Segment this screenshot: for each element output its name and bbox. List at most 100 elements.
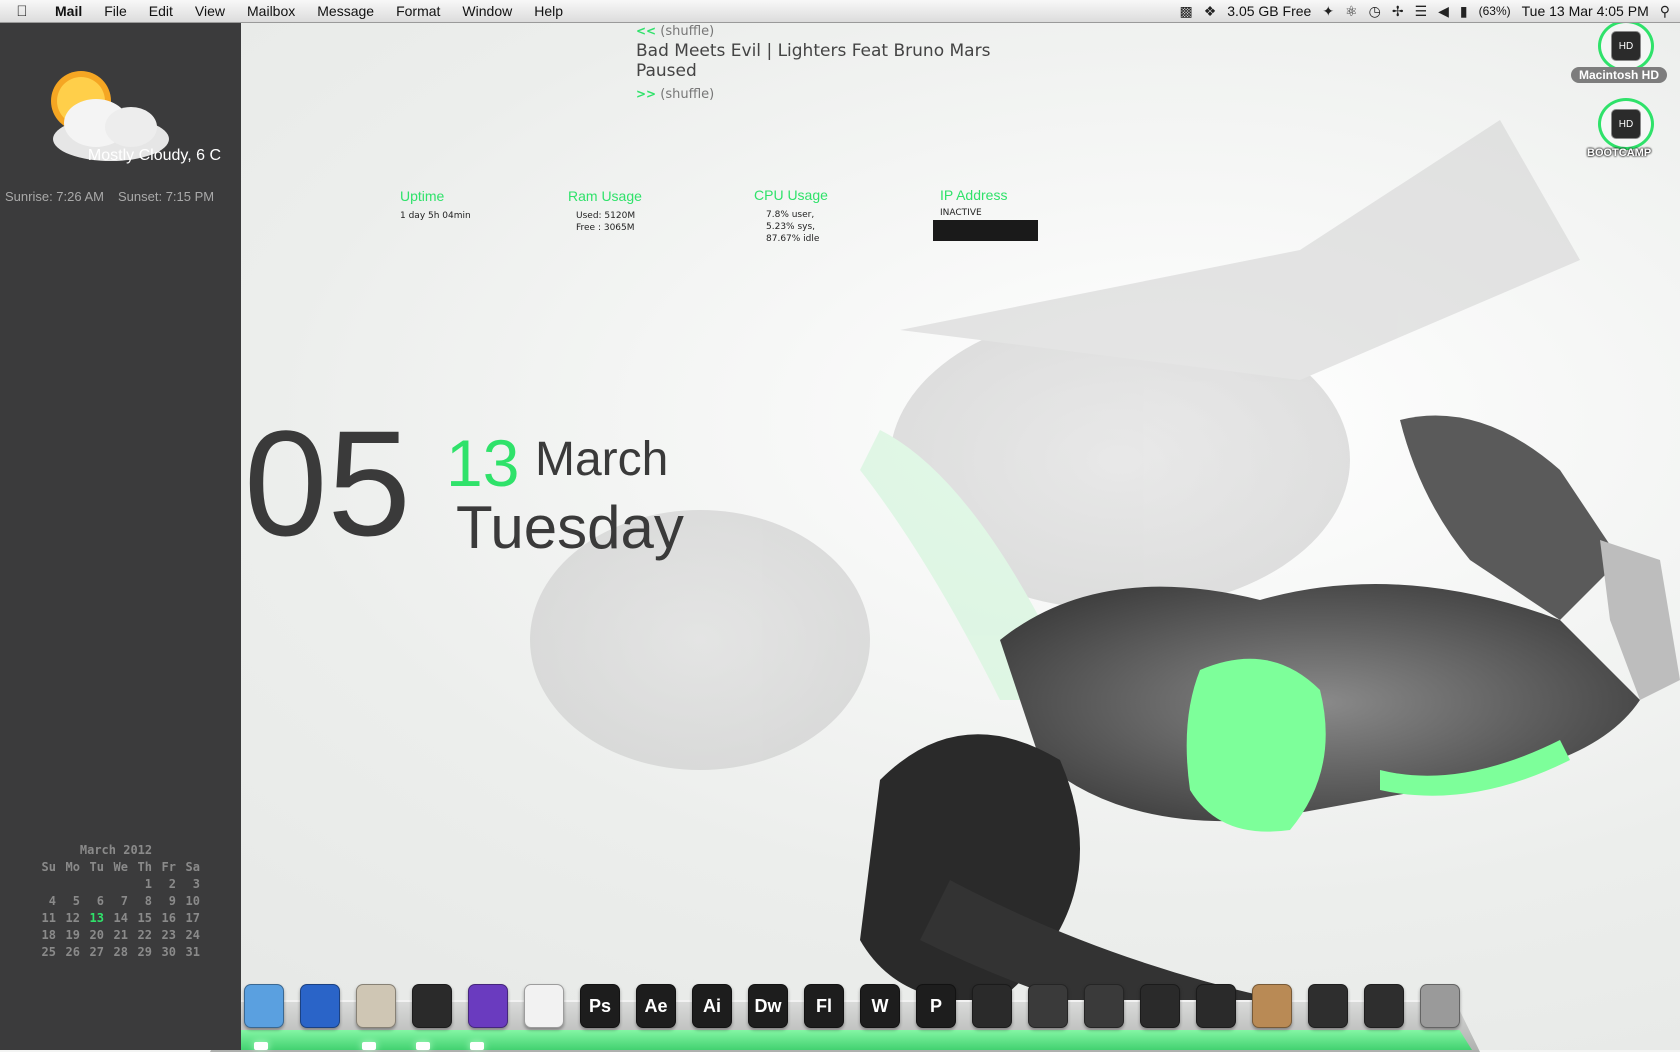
dock-finder-icon[interactable]: [244, 984, 284, 1028]
date-month: March: [535, 433, 669, 486]
menubar-clock[interactable]: Tue 13 Mar 4:05 PM: [1522, 3, 1649, 19]
calendar-widget: March 2012 Su Mo Tu We Th Fr Sa 1 2 3 4 5 6 7 8 9 10 11 12…: [32, 843, 200, 960]
cpu-user: 7.8% user,: [766, 210, 815, 220]
sunrise-time: Sunrise: 7:26 AM: [5, 189, 104, 204]
dropbox-icon[interactable]: ❖: [1204, 3, 1217, 20]
dock-mail-icon[interactable]: [356, 984, 396, 1028]
calendar-day: 22: [137, 928, 152, 942]
dock-trash-icon[interactable]: [1420, 984, 1460, 1028]
sunset-time: Sunset: 7:15 PM: [118, 189, 215, 204]
ip-value: INACTIVE: [940, 208, 982, 218]
dock-word-icon[interactable]: W: [860, 984, 900, 1028]
cpu-idle: 87.67% idle: [766, 234, 820, 244]
dock-illustrator-icon[interactable]: Ai: [692, 984, 732, 1028]
ip-redacted-bar: [933, 220, 1038, 241]
calendar-day: 9: [168, 894, 176, 908]
dock-imovie-icon[interactable]: [1084, 984, 1124, 1028]
dock-final-cut-icon[interactable]: [1028, 984, 1068, 1028]
calendar-day: [56, 877, 80, 892]
calendar-day: 17: [185, 911, 200, 925]
next-shuffle-label: (shuffle): [660, 87, 715, 102]
calendar-day: 25: [41, 945, 56, 959]
calendar-day: 23: [161, 928, 176, 942]
menu-extras: ▩ ❖ 3.05 GB Free ✦ ⚛ ◷ ✢ ☰ ◀ ▮ (63%) Tue…: [1179, 0, 1670, 22]
calendar-day: 10: [185, 894, 200, 908]
calendar-weekday-header: We: [113, 860, 128, 874]
dock-podcast-icon[interactable]: [468, 984, 508, 1028]
bootcamp-label[interactable]: BOOTCAMP: [1587, 147, 1651, 159]
dock-transmit-icon[interactable]: [972, 984, 1012, 1028]
menu-window[interactable]: Window: [451, 3, 523, 19]
battery-icon[interactable]: ▮: [1460, 3, 1468, 20]
calendar-day: [104, 877, 128, 892]
ram-used: Used: 5120M: [576, 211, 636, 221]
dock-keynote-icon[interactable]: [1140, 984, 1180, 1028]
previous-icon[interactable]: <<: [636, 24, 656, 38]
calendar-title: March 2012: [79, 843, 153, 857]
clock-minute: 05: [244, 399, 411, 567]
menu-mail[interactable]: Mail: [44, 3, 93, 19]
dock-network-icon[interactable]: [1196, 984, 1236, 1028]
menu-message[interactable]: Message: [306, 3, 385, 19]
dock-flash-icon[interactable]: Fl: [804, 984, 844, 1028]
dock-after-effects-icon[interactable]: Ae: [636, 984, 676, 1028]
calendar-day: 18: [41, 928, 56, 942]
calendar-day: 19: [65, 928, 80, 942]
left-sidebar: Mostly Cloudy, 6 C Sunrise: 7:26 AM Suns…: [0, 23, 241, 1050]
dock-app-store-icon[interactable]: [300, 984, 340, 1028]
calendar-day: 28: [113, 945, 128, 959]
calendar-day: 15: [137, 911, 152, 925]
macintosh-hd-drive[interactable]: HD: [1598, 20, 1654, 72]
menu-format[interactable]: Format: [385, 3, 451, 19]
wifi-icon[interactable]: ☰: [1415, 3, 1428, 20]
next-icon[interactable]: >>: [636, 87, 656, 101]
next-track[interactable]: >> (shuffle): [636, 87, 990, 102]
calendar-day: 11: [41, 911, 56, 925]
calendar-weekday-header: Fr: [161, 860, 176, 874]
calendar-day: 20: [89, 928, 104, 942]
itunes-widget: << (shuffle) Bad Meets Evil | Lighters F…: [636, 24, 990, 102]
menu-edit[interactable]: Edit: [138, 3, 184, 19]
dock-downloads-icon[interactable]: [1364, 984, 1404, 1028]
battery-percent[interactable]: (63%): [1479, 4, 1511, 18]
macintosh-hd-label[interactable]: Macintosh HD: [1571, 67, 1668, 83]
playback-state: Paused: [636, 61, 697, 81]
dock-glow: [222, 1030, 1472, 1050]
spotlight-search-icon[interactable]: ⚲: [1660, 3, 1670, 20]
dock-photoshop-icon[interactable]: Ps: [580, 984, 620, 1028]
menu-mailbox[interactable]: Mailbox: [236, 3, 306, 19]
accessibility-icon[interactable]: ⚛: [1345, 3, 1358, 20]
calendar-day: 21: [113, 928, 128, 942]
volume-icon[interactable]: ◀: [1438, 3, 1449, 20]
dock-powerpoint-icon[interactable]: P: [916, 984, 956, 1028]
previous-shuffle-label: (shuffle): [660, 24, 715, 39]
dock-dreamweaver-icon[interactable]: Dw: [748, 984, 788, 1028]
bluetooth-icon[interactable]: ✢: [1392, 3, 1404, 20]
calendar-day: 6: [96, 894, 104, 908]
calendar-weekday-header: Sa: [185, 860, 200, 874]
calendar-day: 1: [144, 877, 152, 891]
menu-help[interactable]: Help: [523, 3, 574, 19]
disk-free-status[interactable]: 3.05 GB Free: [1227, 3, 1311, 19]
dock-acrobat-icon[interactable]: [524, 984, 564, 1028]
terminal-icon[interactable]: ▩: [1179, 3, 1192, 20]
time-machine-icon[interactable]: ◷: [1369, 3, 1381, 20]
previous-track[interactable]: << (shuffle): [636, 24, 990, 39]
ip-address-widget: IP Address INACTIVE: [940, 187, 1007, 219]
calendar-day: 16: [161, 911, 176, 925]
calendar-day: 4: [48, 894, 56, 908]
bootcamp-drive[interactable]: HD: [1598, 98, 1654, 150]
dock-chrome-icon[interactable]: [412, 984, 452, 1028]
menu-file[interactable]: File: [93, 3, 138, 19]
calendar-day: 27: [89, 945, 104, 959]
date-day: 13: [446, 426, 520, 500]
menu-view[interactable]: View: [184, 3, 236, 19]
apple-menu-icon[interactable]: : [0, 3, 44, 20]
calendar-weekday-header: Th: [137, 860, 152, 874]
calendar-day: 24: [185, 928, 200, 942]
calendar-day: 3: [192, 877, 200, 891]
dock-folder-icon[interactable]: [1308, 984, 1348, 1028]
ram-free: Free : 3065M: [576, 223, 635, 233]
dock-archive-icon[interactable]: [1252, 984, 1292, 1028]
network-share-icon[interactable]: ✦: [1322, 3, 1334, 20]
